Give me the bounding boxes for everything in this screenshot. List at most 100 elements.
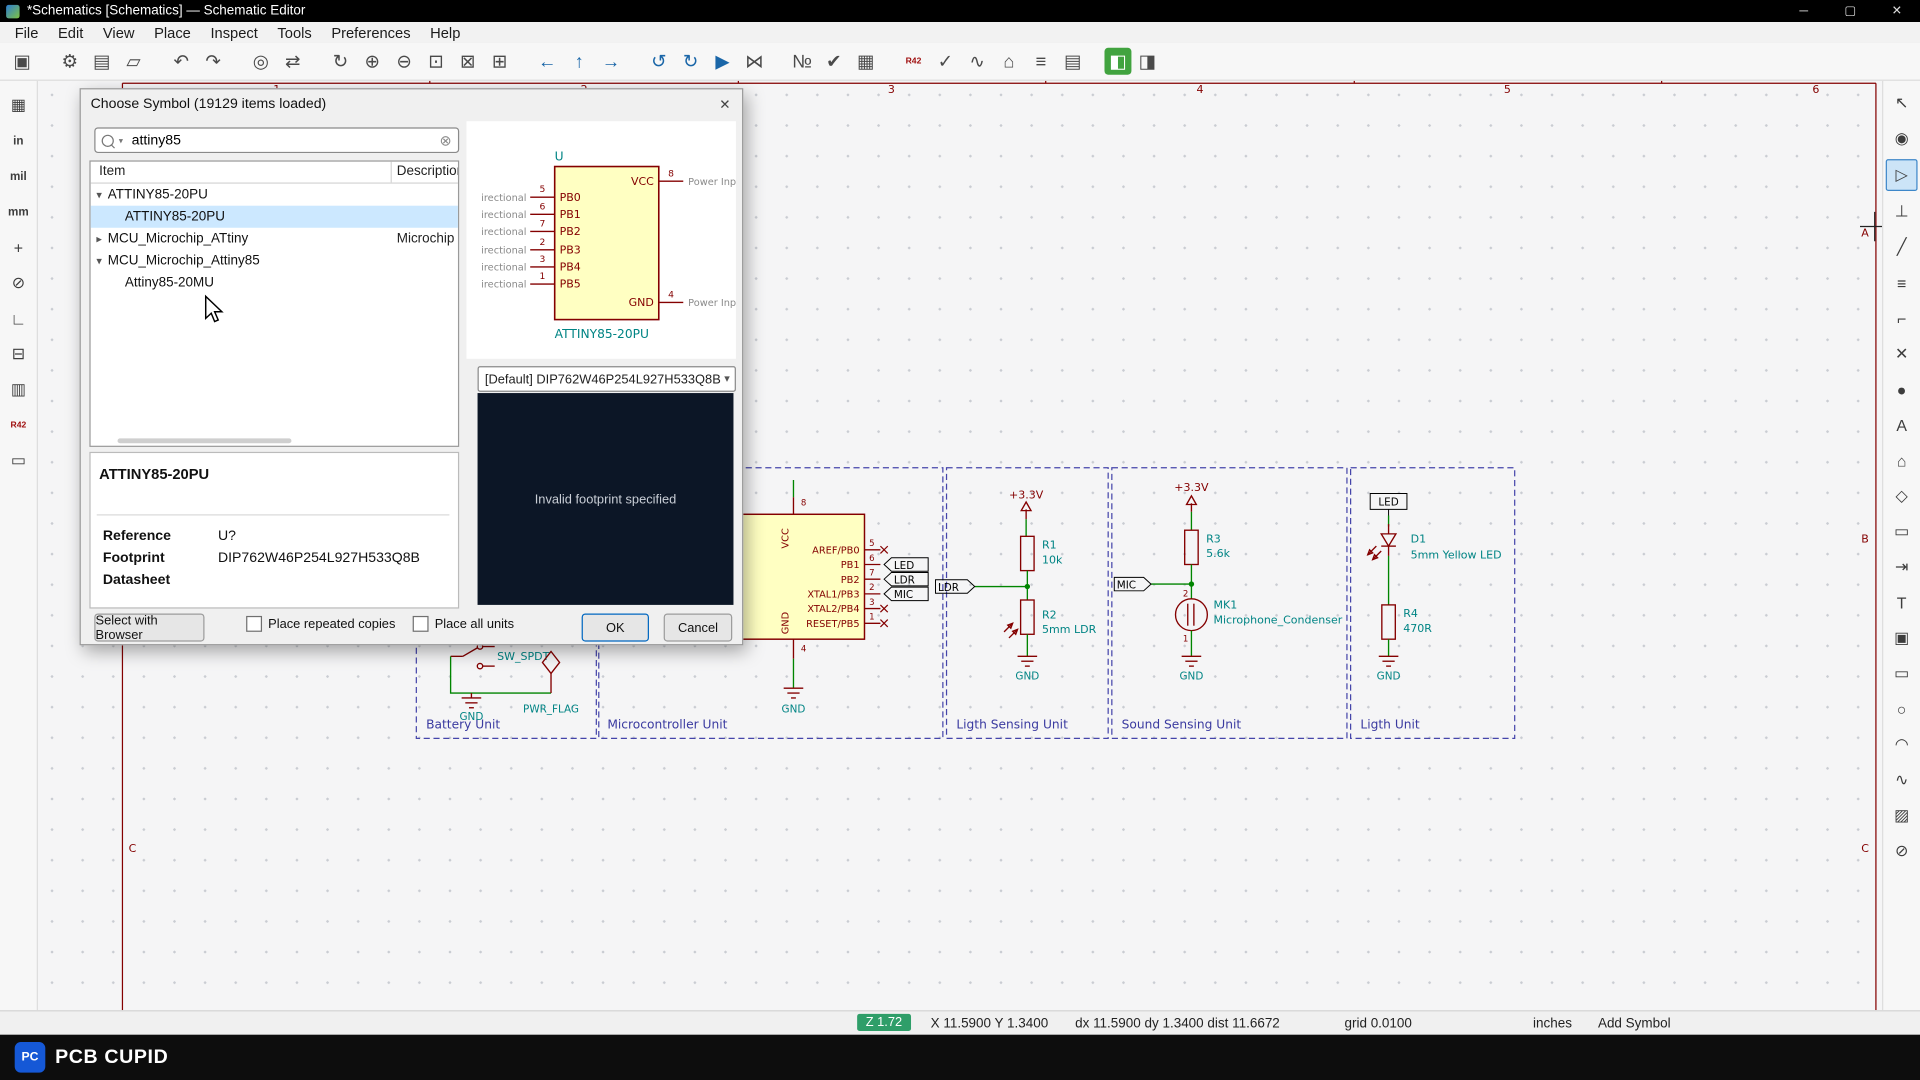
hidden-pins-icon[interactable]: ⊘ [4, 268, 33, 297]
symbol-tree-row[interactable]: ▾ MCU_Microchip_Attiny85 [91, 250, 458, 272]
find-icon[interactable]: ◎ [245, 47, 277, 76]
erc-icon[interactable]: ✔ [818, 47, 850, 76]
place-all-units-checkbox[interactable]: Place all units [412, 615, 514, 632]
arc-icon[interactable]: ◠ [1887, 730, 1916, 759]
import-sheet-pin-icon[interactable]: ⇥ [1887, 552, 1916, 581]
ok-button[interactable]: OK [581, 613, 649, 642]
save-icon[interactable]: ▣ [6, 47, 38, 76]
expander-open-icon[interactable]: ▾ [91, 254, 108, 267]
symbol-list[interactable]: Item Description ▾ ATTINY85-20PU ATTINY85-… [89, 160, 460, 447]
hierarchical-label-icon[interactable]: ◇ [1887, 481, 1916, 510]
expander-open-icon[interactable]: ▾ [91, 188, 108, 201]
schematic-setup-icon[interactable]: ⚙ [54, 47, 86, 76]
symbol-tree-row[interactable]: ATTINY85-20PU [90, 205, 458, 228]
menu-edit[interactable]: Edit [48, 24, 93, 41]
print-icon[interactable]: ▤ [86, 47, 118, 76]
plugin-scripting-icon[interactable]: ◧ [1104, 47, 1132, 75]
redo-icon[interactable]: ↷ [197, 47, 229, 76]
erc-dialog-icon[interactable]: ✓ [929, 47, 961, 76]
no-connect-icon[interactable]: ✕ [1887, 339, 1916, 368]
text-box-icon[interactable]: ▣ [1887, 623, 1916, 652]
text-icon[interactable]: T [1887, 588, 1916, 617]
global-label-icon[interactable]: ⌂ [1887, 446, 1916, 475]
bezier-icon[interactable]: ∿ [1887, 765, 1916, 794]
menu-preferences[interactable]: Preferences [322, 24, 421, 41]
dialog-close-icon[interactable]: ✕ [715, 94, 735, 114]
select-with-browser-button[interactable]: Select with Browser [94, 613, 205, 642]
cursor-shape-icon[interactable]: + [4, 233, 33, 262]
net-label-icon[interactable]: A [1887, 410, 1916, 439]
add-symbol-icon[interactable]: ▷ [1885, 159, 1918, 192]
simulator-icon[interactable]: ∿ [961, 47, 993, 76]
menu-inspect[interactable]: Inspect [201, 24, 268, 41]
search-input[interactable] [129, 131, 440, 149]
add-bus-icon[interactable]: ≡ [1887, 268, 1916, 297]
column-description[interactable]: Description [397, 164, 458, 179]
highlight-net-icon[interactable]: ◉ [1887, 124, 1916, 153]
edit-symbols-icon[interactable]: R42 [898, 47, 930, 76]
find-replace-icon[interactable]: ⇄ [277, 47, 309, 76]
next-sheet-icon[interactable]: → [595, 47, 627, 76]
checkbox-icon[interactable] [246, 615, 263, 632]
menu-tools[interactable]: Tools [268, 24, 322, 41]
image-icon[interactable]: ▨ [1887, 801, 1916, 830]
hierarchical-sheet-icon[interactable]: ▭ [1887, 517, 1916, 546]
select-tool-icon[interactable]: ↖ [1887, 88, 1916, 117]
footprint-select[interactable]: [Default] DIP762W46P254L927H533Q8B ▾ [477, 366, 736, 392]
close-icon[interactable]: ✕ [1873, 0, 1920, 22]
add-power-icon[interactable]: ⊥ [1887, 197, 1916, 226]
symbol-fields-icon[interactable]: R42 [4, 410, 33, 439]
wire-to-bus-entry-icon[interactable]: ⌐ [1887, 304, 1916, 333]
bom-icon[interactable]: ▤ [1057, 47, 1089, 76]
properties-panel-icon[interactable]: ▥ [4, 375, 33, 404]
symbol-tree-row[interactable]: ▾ ATTINY85-20PU [91, 184, 458, 206]
expander-closed-icon[interactable]: ▸ [91, 232, 108, 245]
rotate-cw-icon[interactable]: ↻ [675, 47, 707, 76]
zoom-in-icon[interactable]: ⊕ [356, 47, 388, 76]
up-hierarchy-icon[interactable]: ↑ [563, 47, 595, 76]
delete-tool-icon[interactable]: ⊘ [1887, 836, 1916, 865]
menu-file[interactable]: File [5, 24, 48, 41]
zoom-out-icon[interactable]: ⊖ [388, 47, 420, 76]
minimize-icon[interactable]: ─ [1780, 0, 1827, 22]
horizontal-scrollbar[interactable] [117, 438, 292, 444]
run-simulation-icon[interactable]: ▶ [707, 47, 739, 76]
assign-footprints-icon[interactable]: ⌂ [993, 47, 1025, 76]
symbol-tree-row[interactable]: ▸MCU_Microchip_ATtiny Microchip AT [91, 228, 458, 250]
rectangle-icon[interactable]: ▭ [1887, 659, 1916, 688]
zoom-selection-icon[interactable]: ⊠ [452, 47, 484, 76]
grid-settings-icon[interactable]: ▦ [4, 91, 33, 120]
menu-view[interactable]: View [93, 24, 144, 41]
search-dropdown-icon[interactable]: ▾ [119, 135, 123, 146]
hierarchy-navigator-icon[interactable]: ⊟ [4, 339, 33, 368]
plugin-manager-icon[interactable]: ◨ [1131, 47, 1163, 76]
net-navigator-icon[interactable]: ▭ [4, 446, 33, 475]
circle-icon[interactable]: ○ [1887, 694, 1916, 723]
annotate-icon[interactable]: № [786, 47, 818, 76]
zoom-objects-icon[interactable]: ⊞ [484, 47, 516, 76]
checkbox-icon[interactable] [412, 615, 429, 632]
column-separator[interactable] [390, 161, 392, 183]
units-mils-icon[interactable]: mil [4, 162, 33, 191]
paste-icon[interactable]: ▱ [118, 47, 150, 76]
mirror-icon[interactable]: ⋈ [738, 47, 770, 76]
symbol-fields-table-icon[interactable]: ▦ [850, 47, 882, 76]
cancel-button[interactable]: Cancel [663, 613, 733, 642]
menu-help[interactable]: Help [420, 24, 470, 41]
place-repeated-copies-checkbox[interactable]: Place repeated copies [246, 615, 395, 632]
units-inches-icon[interactable]: in [4, 126, 33, 155]
undo-icon[interactable]: ↶ [165, 47, 197, 76]
maximize-icon[interactable]: ▢ [1827, 0, 1874, 22]
net-table-icon[interactable]: ≡ [1025, 47, 1057, 76]
clear-search-icon[interactable]: ⊗ [440, 132, 452, 149]
rotate-ccw-icon[interactable]: ↺ [643, 47, 675, 76]
units-mm-icon[interactable]: mm [4, 197, 33, 226]
symbol-tree-row[interactable]: Attiny85-20MU [91, 272, 458, 294]
menu-place[interactable]: Place [144, 24, 200, 41]
hv-line-mode-icon[interactable]: ∟ [4, 304, 33, 333]
refresh-icon[interactable]: ↻ [324, 47, 356, 76]
zoom-fit-icon[interactable]: ⊡ [420, 47, 452, 76]
previous-sheet-icon[interactable]: ← [531, 47, 563, 76]
column-item[interactable]: Item [99, 164, 125, 179]
symbol-search[interactable]: ▾ ⊗ [94, 127, 460, 154]
